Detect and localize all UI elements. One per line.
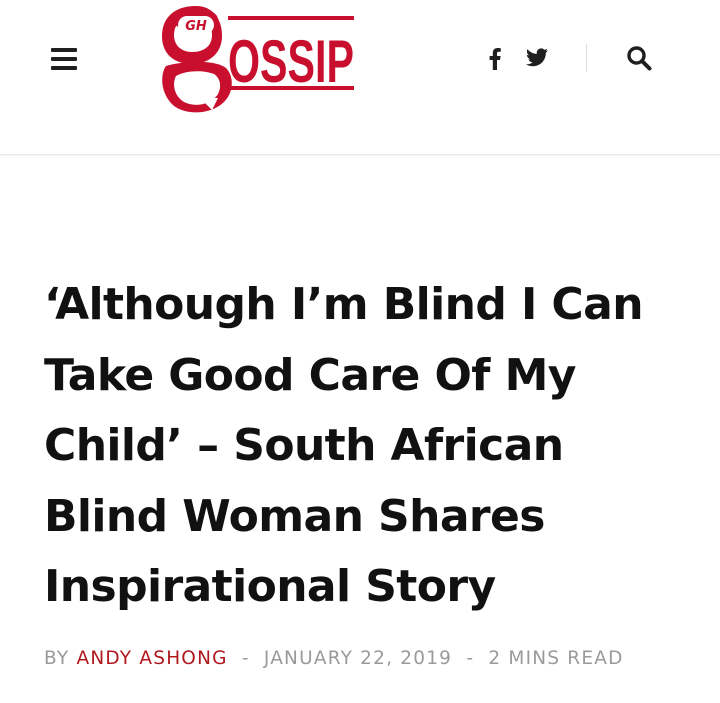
logo-wordmark: OSSIP <box>228 28 354 95</box>
logo-badge-text: GH <box>185 19 207 34</box>
search-icon[interactable] <box>622 42 656 76</box>
byline-separator: - <box>241 648 250 669</box>
menu-bar-middle <box>51 57 77 61</box>
logo-gh-badge: GH <box>178 16 214 34</box>
twitter-icon[interactable] <box>523 44 551 74</box>
logo-rule-top <box>228 16 354 20</box>
site-logo[interactable]: GH OSSIP <box>156 2 360 118</box>
menu-bar-bottom <box>51 66 77 70</box>
site-header: GH OSSIP <box>0 0 720 155</box>
menu-bar-top <box>51 48 77 52</box>
byline-author-link[interactable]: ANDY ASHONG <box>76 648 227 669</box>
gh-gossip-logo-graphic: GH OSSIP <box>162 6 354 113</box>
logo-rule-bottom <box>228 86 354 90</box>
page: GH OSSIP ‘Although I’m Blind I Can Take … <box>0 0 720 703</box>
byline-read-time: 2 MINS READ <box>488 648 624 669</box>
byline-separator: - <box>466 648 475 669</box>
header-divider <box>586 44 587 72</box>
byline-date: JANUARY 22, 2019 <box>263 648 453 669</box>
hamburger-menu-icon[interactable] <box>48 42 82 76</box>
byline-by-label: BY <box>44 648 70 669</box>
article-byline: BY ANDY ASHONG - JANUARY 22, 2019 - 2 MI… <box>44 646 704 672</box>
facebook-icon[interactable] <box>481 44 509 74</box>
article-title: ‘Although I’m Blind I Can Take Good Care… <box>44 279 644 612</box>
